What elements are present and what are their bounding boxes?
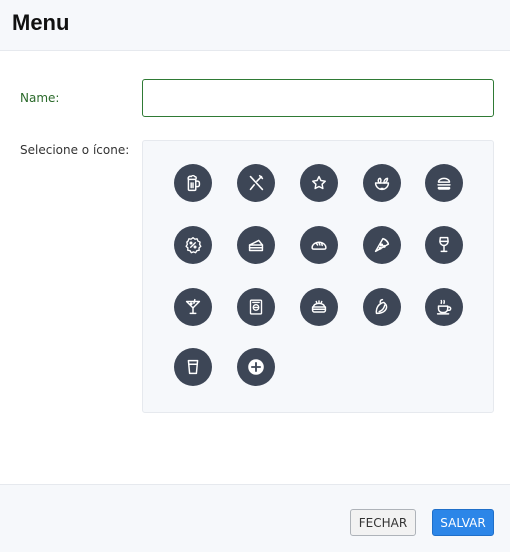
dialog-header: Menu: [0, 0, 510, 51]
close-button[interactable]: FECHAR: [350, 509, 416, 536]
add-icon[interactable]: [237, 348, 275, 386]
discount-badge-icon[interactable]: [174, 226, 212, 264]
dialog-title: Menu: [12, 10, 70, 35]
wine-glass-icon[interactable]: [425, 226, 463, 264]
utensils-icon[interactable]: [237, 164, 275, 202]
taco-icon[interactable]: [363, 288, 401, 326]
salad-bowl-icon[interactable]: [363, 164, 401, 202]
coffee-cup-icon[interactable]: [425, 288, 463, 326]
cocktail-icon[interactable]: [174, 288, 212, 326]
pizza-slice-icon[interactable]: [363, 226, 401, 264]
name-label: Name:: [20, 91, 60, 105]
bread-icon[interactable]: [300, 226, 338, 264]
drinking-cup-icon[interactable]: [174, 348, 212, 386]
save-button[interactable]: SALVAR: [432, 509, 494, 536]
icon-picker-panel: [142, 140, 494, 413]
star-icon[interactable]: [300, 164, 338, 202]
cookbook-icon[interactable]: [237, 288, 275, 326]
icon-select-label: Selecione o ícone:: [20, 143, 130, 157]
hamburger-icon[interactable]: [425, 164, 463, 202]
sandwich-icon[interactable]: [300, 288, 338, 326]
cake-slice-icon[interactable]: [237, 226, 275, 264]
beer-mug-icon[interactable]: [174, 164, 212, 202]
name-input[interactable]: [142, 79, 494, 117]
